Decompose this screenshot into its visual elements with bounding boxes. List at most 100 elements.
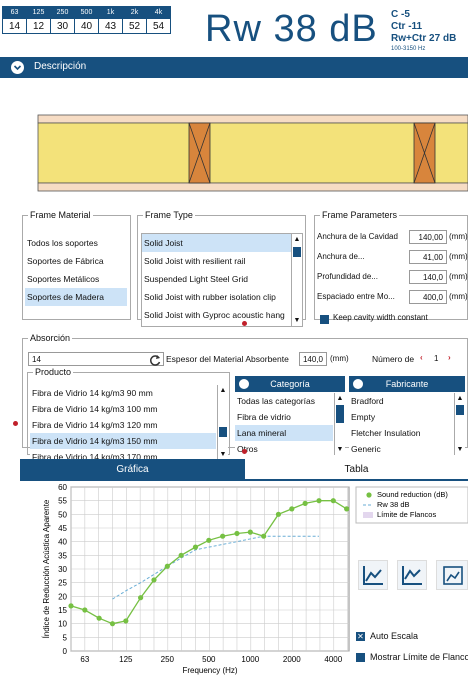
- sound-reduction-point: [316, 498, 322, 504]
- auto-escala-label: Auto Escala: [370, 631, 419, 641]
- scroll-up-icon[interactable]: ▲: [218, 385, 228, 396]
- frame-type-item[interactable]: Solid Joist with Gyproc acoustic hang: [142, 306, 292, 324]
- param-input[interactable]: 140,0: [409, 270, 447, 284]
- y-tick-label: 0: [63, 647, 68, 656]
- description-bar[interactable]: Descripción: [0, 57, 468, 78]
- sound-reduction-point: [178, 552, 184, 558]
- frame-type-item[interactable]: Solid Joist with resilient rail: [142, 252, 292, 270]
- param-unit: (mm): [449, 252, 468, 261]
- frame-material-item[interactable]: Soportes de Madera: [25, 288, 127, 306]
- categoria-item[interactable]: Fibra de vidrio: [235, 409, 333, 425]
- octave-table: 63 125 250 500 1k 2k 4k 14 12 30 40 43 52 54: [2, 6, 171, 34]
- producto-item[interactable]: Fibra de Vidrio 14 kg/m3 150 mm: [30, 433, 216, 449]
- categoria-item[interactable]: Todas las categorías: [235, 393, 333, 409]
- categoria-item[interactable]: Lana mineral: [235, 425, 333, 441]
- frame-material-item[interactable]: Todos los soportes: [25, 234, 127, 252]
- frame-params-group: Frame Parameters Anchura de la Cavidad 14…: [314, 210, 468, 324]
- fabricante-item[interactable]: Fletcher Insulation: [349, 425, 453, 441]
- area-chart-icon: [402, 566, 422, 585]
- fabricante-item[interactable]: Empty: [349, 409, 453, 425]
- wall-section-drawing: [37, 114, 468, 192]
- splitter-handle-2[interactable]: [242, 449, 247, 454]
- fabricante-list[interactable]: Bradford Empty Fletcher Insulation Generic …: [349, 393, 465, 455]
- categoria-header[interactable]: Categoría: [235, 376, 345, 392]
- freq-cell: 63: [2, 6, 27, 19]
- splitter-handle[interactable]: [242, 321, 247, 326]
- fabricante-item[interactable]: Bradford: [349, 393, 453, 409]
- limite-checkbox[interactable]: [356, 653, 365, 662]
- fabricante-header[interactable]: Fabricante: [349, 376, 465, 392]
- scroll-up-icon[interactable]: ▲: [455, 393, 465, 404]
- scroll-down-icon[interactable]: ▼: [455, 444, 465, 455]
- y-tick-label: 40: [58, 538, 67, 547]
- chart-legend: Sound reduction (dB)Rw 38 dBLímite de Fl…: [355, 486, 468, 524]
- producto-item[interactable]: Fibra de Vidrio 14 kg/m3 90 mm: [30, 385, 216, 401]
- scroll-thumb[interactable]: [293, 247, 301, 257]
- c-value: C -5: [391, 9, 410, 20]
- sound-reduction-point: [123, 618, 129, 624]
- chevron-down-icon[interactable]: [11, 61, 24, 74]
- sound-reduction-point: [220, 533, 226, 539]
- frame-type-scrollbar[interactable]: ▲ ▼: [291, 234, 302, 326]
- y-axis-label: Índice de Reducción Acústica Aparente: [42, 499, 51, 638]
- param-input[interactable]: 41,00: [409, 250, 447, 264]
- y-tick-label: 50: [58, 510, 67, 519]
- y-tick-label: 15: [58, 606, 67, 615]
- scroll-up-icon[interactable]: ▲: [292, 234, 302, 245]
- scroll-thumb[interactable]: [219, 427, 227, 437]
- tab-grafica[interactable]: Gráfica: [20, 459, 245, 481]
- y-tick-label: 60: [58, 483, 67, 492]
- frame-type-item[interactable]: Solid Joist: [142, 234, 292, 252]
- left-splitter-handle[interactable]: [13, 421, 18, 426]
- frame-material-group: Frame Material Todos los soportes Soporte…: [22, 210, 131, 320]
- fabricante-item[interactable]: Generic: [349, 441, 453, 455]
- chart-type-line-button[interactable]: [358, 560, 388, 590]
- thickness-label: Espesor del Material Absorbente: [166, 354, 289, 364]
- absorcion-group: Absorción 14 Espesor del Material Absorb…: [22, 333, 468, 460]
- producto-scrollbar[interactable]: ▲ ▼: [217, 385, 228, 460]
- x-tick-label: 125: [119, 655, 133, 664]
- categoria-list[interactable]: Todas las categorías Fibra de vidrio Lana …: [235, 393, 345, 455]
- frame-material-item[interactable]: Soportes de Fábrica: [25, 252, 127, 270]
- absorber-search-input[interactable]: 14: [28, 352, 164, 366]
- frame-type-list[interactable]: Solid Joist Solid Joist with resilient ra…: [141, 233, 303, 327]
- producto-item[interactable]: Fibra de Vidrio 14 kg/m3 120 mm: [30, 417, 216, 433]
- frame-material-item[interactable]: Soportes Metálicos: [25, 270, 127, 288]
- x-tick-label: 1000: [241, 655, 259, 664]
- scroll-down-icon[interactable]: ▼: [335, 444, 345, 455]
- param-input[interactable]: 400,0: [409, 290, 447, 304]
- legend-item: Límite de Flancos: [377, 510, 436, 519]
- scroll-up-icon[interactable]: ▲: [335, 393, 345, 404]
- export-chart-icon: [443, 566, 463, 585]
- keep-width-checkbox[interactable]: [320, 315, 329, 324]
- legend-item: Rw 38 dB: [377, 500, 410, 509]
- producto-list[interactable]: Fibra de Vidrio 14 kg/m3 90 mm Fibra de V…: [30, 385, 228, 460]
- absorcion-title: Absorción: [30, 333, 71, 343]
- frame-type-item[interactable]: Solid Joist with rubber isolation clip: [142, 288, 292, 306]
- refresh-icon[interactable]: [148, 353, 162, 367]
- fabricante-title: Fabricante: [385, 379, 429, 389]
- freq-cell: 2k: [122, 6, 147, 19]
- scroll-down-icon[interactable]: ▼: [292, 315, 302, 326]
- categoria-item[interactable]: Otros: [235, 441, 333, 455]
- value-cell: 52: [122, 18, 147, 34]
- param-input[interactable]: 140,00: [409, 230, 447, 244]
- chart-type-area-button[interactable]: [397, 560, 427, 590]
- y-tick-label: 20: [58, 592, 67, 601]
- producto-item[interactable]: Fibra de Vidrio 14 kg/m3 100 mm: [30, 401, 216, 417]
- next-page-icon[interactable]: ›: [448, 353, 451, 362]
- thickness-input[interactable]: 140,0: [299, 352, 327, 366]
- categoria-scrollbar[interactable]: ▲ ▼: [334, 393, 345, 455]
- scroll-thumb[interactable]: [336, 405, 344, 423]
- auto-escala-checkbox[interactable]: ✕: [356, 632, 365, 641]
- value-cell: 12: [26, 18, 51, 34]
- fabricante-scrollbar[interactable]: ▲ ▼: [454, 393, 465, 455]
- tab-tabla[interactable]: Tabla: [245, 459, 468, 481]
- scroll-thumb[interactable]: [456, 405, 464, 415]
- legend-item: Sound reduction (dB): [377, 490, 448, 499]
- sound-reduction-point: [261, 533, 267, 539]
- export-chart-button[interactable]: [436, 560, 468, 590]
- frame-type-item[interactable]: 固体龙骨: [142, 324, 292, 326]
- frame-type-item[interactable]: Suspended Light Steel Grid: [142, 270, 292, 288]
- prev-page-icon[interactable]: ‹: [420, 353, 423, 362]
